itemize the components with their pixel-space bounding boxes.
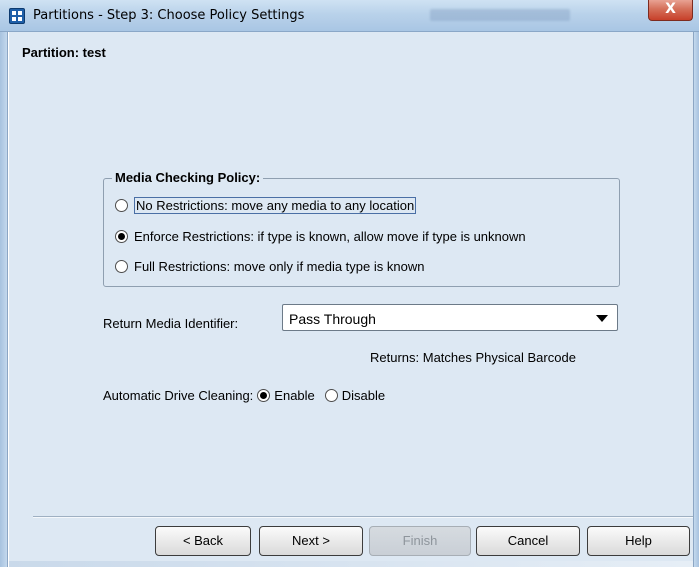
radio-label: No Restrictions: move any media to any l… xyxy=(134,197,417,214)
radio-circle[interactable] xyxy=(115,260,128,273)
close-button[interactable]: X xyxy=(648,0,693,21)
radio-full-restrictions[interactable]: Full Restrictions: move only if media ty… xyxy=(115,259,424,274)
dropdown-arrow-icon[interactable] xyxy=(596,315,608,322)
title-bar: Partitions - Step 3: Choose Policy Setti… xyxy=(0,0,699,32)
dialog-content: Partition: test Media Checking Policy: N… xyxy=(9,32,693,567)
media-checking-policy-group: Media Checking Policy: No Restrictions: … xyxy=(103,170,620,287)
automatic-drive-cleaning-row: Automatic Drive Cleaning: Enable Disable xyxy=(103,388,385,403)
back-button[interactable]: < Back xyxy=(155,526,251,556)
radio-circle[interactable] xyxy=(115,199,128,212)
media-checking-policy-legend: Media Checking Policy: xyxy=(112,170,264,185)
radio-label: Enforce Restrictions: if type is known, … xyxy=(134,229,526,244)
return-media-identifier-select[interactable]: Pass Through xyxy=(282,304,618,331)
help-button[interactable]: Help xyxy=(587,526,690,556)
disable-label[interactable]: Disable xyxy=(342,388,385,403)
radio-disable[interactable] xyxy=(324,389,338,402)
window-frame-bottom xyxy=(9,561,693,567)
radio-circle-selected[interactable] xyxy=(115,230,128,243)
automatic-drive-cleaning-label: Automatic Drive Cleaning: xyxy=(103,388,254,403)
returns-description: Returns: Matches Physical Barcode xyxy=(370,350,576,365)
radio-enable[interactable] xyxy=(257,389,271,402)
app-icon xyxy=(9,8,25,24)
cancel-button[interactable]: Cancel xyxy=(476,526,580,556)
enable-label[interactable]: Enable xyxy=(274,388,314,403)
window-frame-right xyxy=(693,32,699,567)
window-frame-left xyxy=(0,32,8,567)
radio-label: Full Restrictions: move only if media ty… xyxy=(134,259,425,274)
button-separator xyxy=(33,516,693,518)
partition-title: Partition: test xyxy=(22,45,106,60)
next-button[interactable]: Next > xyxy=(259,526,363,556)
window-title: Partitions - Step 3: Choose Policy Setti… xyxy=(33,8,305,23)
radio-no-restrictions[interactable]: No Restrictions: move any media to any l… xyxy=(115,197,417,214)
background-window-ghost xyxy=(430,9,570,21)
select-value: Pass Through xyxy=(289,311,376,327)
radio-enforce-restrictions[interactable]: Enforce Restrictions: if type is known, … xyxy=(115,229,526,244)
finish-button[interactable]: Finish xyxy=(369,526,471,556)
return-media-identifier-label: Return Media Identifier: xyxy=(103,316,239,331)
